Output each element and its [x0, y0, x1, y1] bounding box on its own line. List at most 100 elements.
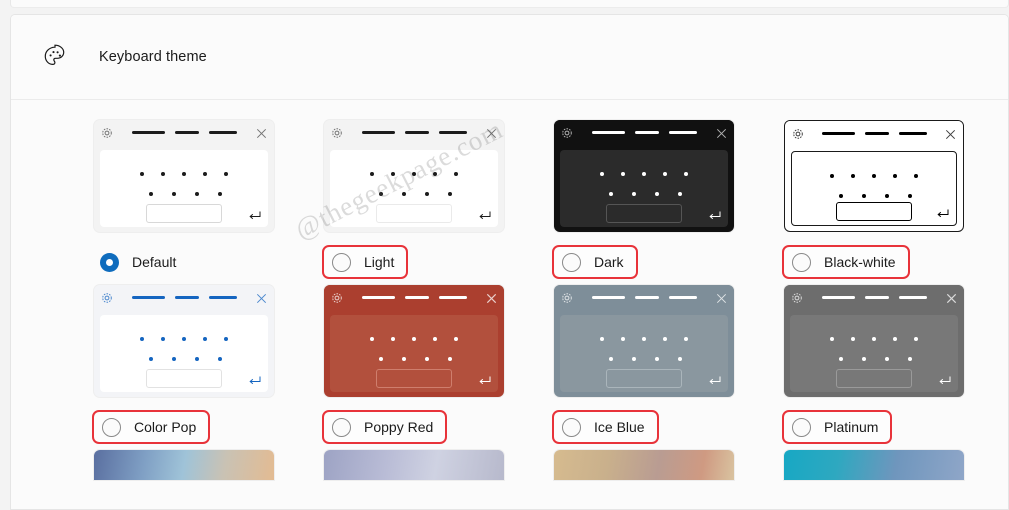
preview-dashes [784, 296, 964, 299]
theme-option-dark[interactable]: Dark [552, 245, 638, 279]
preview-header [554, 120, 734, 148]
theme-label: Poppy Red [364, 419, 434, 435]
preview-key-row-1 [330, 172, 498, 176]
radio-poppy-red[interactable] [332, 417, 351, 437]
preview-body [560, 150, 728, 227]
preview-key-row-1 [100, 172, 268, 176]
theme-cell-light[interactable]: Light [322, 120, 504, 279]
enter-icon [938, 374, 951, 386]
preview-spacebar [836, 202, 912, 221]
preview-body [790, 315, 958, 392]
radio-color-pop[interactable] [102, 417, 121, 437]
theme-option-color-pop[interactable]: Color Pop [92, 410, 211, 444]
preview-spacebar [376, 369, 452, 388]
keyboard-preview-partial-3[interactable] [554, 450, 734, 480]
preview-spacebar [606, 204, 682, 223]
radio-platinum[interactable] [792, 417, 811, 437]
theme-label: Color Pop [134, 419, 197, 435]
enter-icon [708, 374, 721, 386]
keyboard-preview-partial-4[interactable] [784, 450, 964, 480]
preview-header [94, 285, 274, 313]
theme-row-3-partial [11, 450, 1008, 480]
theme-cell-platinum[interactable]: Platinum [782, 285, 964, 444]
preview-header [324, 120, 504, 148]
theme-option-black-white[interactable]: Black-white [782, 245, 910, 279]
keyboard-preview-partial-1[interactable] [94, 450, 274, 480]
preview-body [330, 315, 498, 392]
enter-icon [936, 207, 949, 219]
preview-spacebar [836, 369, 912, 388]
radio-black-white[interactable] [792, 252, 811, 272]
enter-icon [248, 209, 261, 221]
keyboard-preview-default[interactable] [94, 120, 274, 232]
preview-body [330, 150, 498, 227]
preview-key-row-1 [330, 337, 498, 341]
previous-card-strip [10, 0, 1009, 8]
enter-icon [478, 209, 491, 221]
keyboard-preview-dark[interactable] [554, 120, 734, 232]
page-title: Keyboard theme [99, 49, 207, 65]
theme-label: Platinum [824, 419, 879, 435]
theme-cell-ice-blue[interactable]: Ice Blue [552, 285, 734, 444]
keyboard-preview-black-white[interactable] [784, 120, 964, 232]
preview-dashes [94, 296, 274, 299]
preview-key-row-2 [560, 192, 728, 196]
theme-option-poppy-red[interactable]: Poppy Red [322, 410, 448, 444]
palette-icon [33, 35, 77, 79]
preview-body [100, 315, 268, 392]
keyboard-preview-light[interactable] [324, 120, 504, 232]
preview-key-row-2 [330, 357, 498, 361]
preview-header [554, 285, 734, 313]
preview-body [560, 315, 728, 392]
preview-spacebar [606, 369, 682, 388]
preview-dashes [785, 132, 963, 135]
preview-key-row-1 [790, 337, 958, 341]
preview-key-row-2 [100, 357, 268, 361]
keyboard-preview-partial-2[interactable] [324, 450, 504, 480]
radio-dark[interactable] [562, 252, 581, 272]
card-header: Keyboard theme [11, 15, 1008, 100]
theme-option-platinum[interactable]: Platinum [782, 410, 893, 444]
preview-header [324, 285, 504, 313]
keyboard-preview-color-pop[interactable] [94, 285, 274, 397]
theme-row-2: Color Pop Poppy Red Ice Blue Platinum [11, 285, 1008, 444]
radio-default[interactable] [100, 252, 119, 272]
enter-icon [708, 209, 721, 221]
keyboard-theme-card: Keyboard theme Default Light Dark Black-… [10, 14, 1009, 510]
preview-key-row-2 [790, 357, 958, 361]
preview-key-row-1 [560, 337, 728, 341]
keyboard-preview-poppy-red[interactable] [324, 285, 504, 397]
preview-key-row-2 [792, 194, 956, 198]
theme-cell-poppy-red[interactable]: Poppy Red [322, 285, 504, 444]
keyboard-preview-ice-blue[interactable] [554, 285, 734, 397]
preview-spacebar [376, 204, 452, 223]
theme-cell-color-pop[interactable]: Color Pop [92, 285, 274, 444]
preview-body [100, 150, 268, 227]
enter-icon [248, 374, 261, 386]
preview-header [94, 120, 274, 148]
radio-light[interactable] [332, 252, 351, 272]
theme-cell-default[interactable]: Default [94, 120, 274, 279]
theme-option-ice-blue[interactable]: Ice Blue [552, 410, 659, 444]
preview-header [784, 285, 964, 313]
theme-option-light[interactable]: Light [322, 245, 409, 279]
keyboard-theme-settings-page: Keyboard theme Default Light Dark Black-… [0, 0, 1009, 510]
theme-cell-dark[interactable]: Dark [552, 120, 734, 279]
theme-option-default[interactable]: Default [94, 245, 274, 279]
preview-body [791, 151, 957, 226]
preview-dashes [94, 131, 274, 134]
preview-key-row-1 [560, 172, 728, 176]
preview-spacebar [146, 204, 222, 223]
theme-label: Ice Blue [594, 419, 645, 435]
keyboard-preview-platinum[interactable] [784, 285, 964, 397]
preview-dashes [554, 131, 734, 134]
preview-spacebar [146, 369, 222, 388]
theme-grid: Default Light Dark Black-white Color Pop… [11, 100, 1008, 480]
preview-key-row-1 [792, 174, 956, 178]
preview-key-row-2 [330, 192, 498, 196]
enter-icon [478, 374, 491, 386]
theme-cell-black-white[interactable]: Black-white [782, 120, 964, 279]
radio-ice-blue[interactable] [562, 417, 581, 437]
preview-dashes [324, 131, 504, 134]
preview-key-row-2 [560, 357, 728, 361]
